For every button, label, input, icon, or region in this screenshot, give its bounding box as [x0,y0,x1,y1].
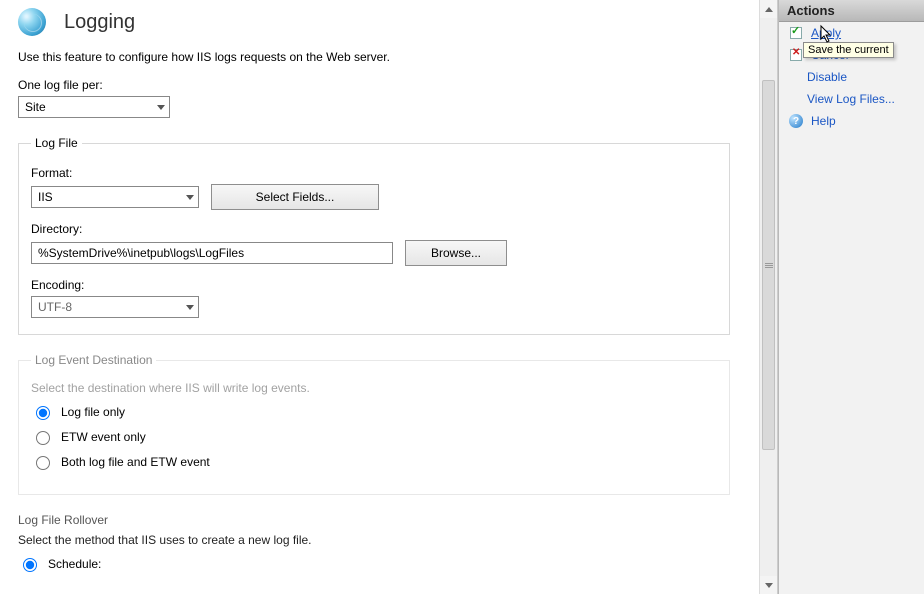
radio-schedule-label: Schedule: [48,557,101,571]
disable-link[interactable]: Disable [807,70,847,84]
radio-both-label: Both log file and ETW event [61,455,210,469]
action-apply[interactable]: Apply Save the current [779,22,924,44]
scroll-thumb[interactable] [762,80,775,450]
format-value: IIS [38,190,53,204]
log-file-legend: Log File [31,136,82,150]
radio-log-file-only-label: Log file only [61,405,125,419]
cancel-icon [789,48,803,62]
scroll-down-button[interactable] [760,576,777,594]
one-log-file-per-value: Site [25,100,46,114]
apply-icon [789,26,803,40]
main-pane: Logging Use this feature to configure ho… [0,0,778,594]
format-select[interactable]: IIS [31,186,199,208]
one-log-file-per-label: One log file per: [18,78,743,92]
radio-both-input[interactable] [36,456,50,470]
radio-schedule[interactable]: Schedule: [18,555,730,572]
radio-both[interactable]: Both log file and ETW event [31,453,717,470]
radio-etw-only[interactable]: ETW event only [31,428,717,445]
radio-log-file-only[interactable]: Log file only [31,403,717,420]
logging-icon [18,8,46,36]
scroll-up-button[interactable] [760,0,777,18]
rollover-legend: Log File Rollover [18,513,730,527]
action-help[interactable]: ? Help [779,110,924,132]
chevron-down-icon [157,105,165,110]
page-description: Use this feature to configure how IIS lo… [18,50,743,64]
dest-description: Select the destination where IIS will wr… [31,381,717,395]
tooltip: Save the current [803,42,894,58]
encoding-value: UTF-8 [38,300,72,314]
log-file-group: Log File Format: IIS Select Fields... Di… [18,136,730,335]
browse-button[interactable]: Browse... [405,240,507,266]
action-view-logs[interactable]: View Log Files... [779,88,924,110]
rollover-group: Log File Rollover Select the method that… [18,513,730,572]
chevron-down-icon [186,305,194,310]
encoding-label: Encoding: [31,278,717,292]
chevron-down-icon [186,195,194,200]
actions-header: Actions [779,0,924,22]
dest-legend: Log Event Destination [31,353,156,367]
directory-label: Directory: [31,222,717,236]
radio-etw-only-label: ETW event only [61,430,146,444]
help-link[interactable]: Help [811,114,836,128]
apply-link[interactable]: Apply [811,26,841,40]
format-label: Format: [31,166,717,180]
one-log-file-per-select[interactable]: Site [18,96,170,118]
radio-log-file-only-input[interactable] [36,406,50,420]
page-title: Logging [64,11,135,34]
action-disable[interactable]: Disable [779,66,924,88]
help-icon: ? [789,114,803,128]
encoding-select[interactable]: UTF-8 [31,296,199,318]
actions-pane: Actions Apply Save the current Cancel Di… [778,0,924,594]
log-event-destination-group: Log Event Destination Select the destina… [18,353,730,495]
view-logs-link[interactable]: View Log Files... [807,92,895,106]
vertical-scrollbar[interactable] [759,0,777,594]
radio-schedule-input[interactable] [23,558,37,572]
radio-etw-only-input[interactable] [36,431,50,445]
directory-input[interactable] [31,242,393,264]
rollover-description: Select the method that IIS uses to creat… [18,533,730,547]
select-fields-button[interactable]: Select Fields... [211,184,379,210]
